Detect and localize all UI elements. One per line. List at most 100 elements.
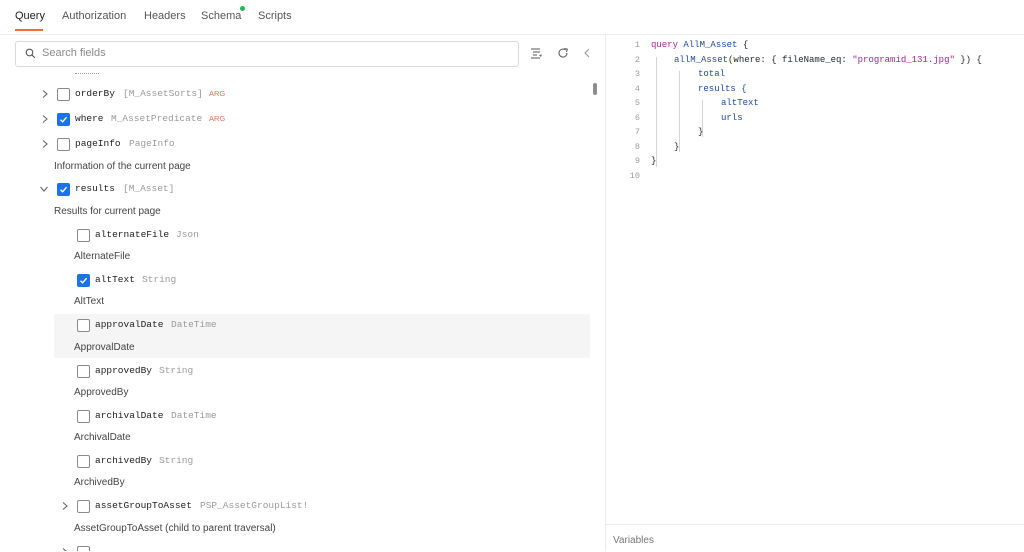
clipped-row-fragment (54, 543, 590, 551)
query-explorer-panel: orderBy [M_AssetSorts] ARG where M_Asset… (0, 35, 605, 551)
line-number: 2 (634, 54, 640, 65)
field-description: AlternateFile (74, 251, 131, 262)
field-name: where (75, 113, 104, 124)
field-type: String (159, 365, 194, 376)
collapse-chevron-icon[interactable] (583, 47, 591, 59)
field-description: ApprovedBy (74, 387, 129, 398)
field-description: ArchivalDate (74, 432, 131, 443)
checkbox[interactable] (77, 500, 90, 513)
prettify-icon[interactable] (530, 47, 543, 59)
field-description: ApprovalDate (74, 342, 135, 353)
chevron-right-icon[interactable] (41, 139, 49, 149)
field-description: AssetGroupToAsset (child to parent trave… (74, 523, 276, 534)
field-type: String (142, 274, 177, 285)
search-box (15, 41, 519, 67)
field-row-approvaldate[interactable]: approvalDate DateTime (54, 316, 590, 336)
checkbox-checked[interactable] (77, 274, 90, 287)
clipped-row-fragment (75, 73, 99, 76)
field-type: DateTime (171, 319, 217, 330)
field-type: PSP_AssetGroupList! (200, 500, 309, 511)
code-line-5: altText (721, 98, 759, 108)
line-number: 5 (634, 98, 640, 108)
line-number: 4 (634, 83, 640, 94)
args-close: }) { (954, 54, 982, 65)
field-name: orderBy (75, 88, 115, 99)
field-row-orderby[interactable]: orderBy [M_AssetSorts] ARG (0, 85, 600, 105)
field-type: [M_Asset] (123, 183, 175, 194)
field-row-alternatefile[interactable]: alternateFile Json (54, 226, 590, 246)
checkbox[interactable] (77, 410, 90, 423)
chevron-right-icon[interactable] (41, 89, 49, 99)
arg-badge: ARG (209, 114, 226, 123)
refresh-icon[interactable] (557, 47, 569, 59)
chevron-right-icon (62, 548, 67, 551)
chevron-down-icon[interactable] (39, 184, 49, 194)
code-line-9: } (651, 156, 657, 166)
indent-guide (679, 71, 680, 152)
line-number: 7 (634, 127, 640, 137)
tab-headers[interactable]: Headers (144, 9, 186, 23)
operation-name: AllM_Asset (683, 40, 738, 50)
field-name: approvedBy (95, 365, 153, 376)
query-editor[interactable]: 1 2 3 4 5 6 7 8 9 10 query AllM_Asset { … (606, 35, 1024, 525)
tab-authorization[interactable]: Authorization (62, 9, 126, 23)
checkbox[interactable] (57, 138, 70, 151)
code-line-4: results { (698, 83, 747, 94)
line-number: 9 (634, 156, 640, 166)
field-row-approvedby[interactable]: approvedBy String (54, 362, 590, 382)
code-line-2: allM_Asset(where: { fileName_eq: "progra… (674, 55, 982, 65)
field-row-pageinfo[interactable]: pageInfo PageInfo (0, 135, 600, 155)
arg-badge: ARG (209, 89, 226, 98)
query-field: allM_Asset (674, 54, 729, 65)
field-row-results[interactable]: results [M_Asset] (0, 180, 600, 200)
indent-guide (656, 57, 657, 167)
field-row-where[interactable]: where M_AssetPredicate ARG (0, 110, 600, 130)
code-line-8: } (674, 141, 680, 152)
active-tab-indicator (15, 29, 43, 31)
checkbox[interactable] (77, 229, 90, 242)
field-row-alttext[interactable]: altText String (54, 271, 590, 291)
field-description: ArchivedBy (74, 477, 125, 488)
code-line-3: total (698, 69, 726, 79)
field-type: String (159, 455, 194, 466)
line-number: 6 (634, 112, 640, 123)
field-type: PageInfo (129, 138, 175, 149)
chevron-right-icon[interactable] (61, 501, 69, 511)
checkbox-checked[interactable] (57, 183, 70, 196)
checkbox[interactable] (77, 455, 90, 468)
keyword-query: query (651, 40, 679, 50)
field-name: archivedBy (95, 455, 153, 466)
field-name: archivalDate (95, 410, 164, 421)
tab-scripts[interactable]: Scripts (258, 9, 292, 23)
checkbox-checked[interactable] (57, 113, 70, 126)
field-type: [M_AssetSorts] (123, 88, 203, 99)
variables-label[interactable]: Variables (613, 535, 654, 546)
brace: { (742, 40, 749, 50)
tab-schema[interactable]: Schema (201, 9, 241, 23)
variables-section[interactable]: Variables (606, 524, 1024, 552)
tab-query[interactable]: Query (15, 9, 45, 23)
string-literal: "programid_131.jpg" (852, 54, 955, 65)
checkbox[interactable] (57, 88, 70, 101)
code-line-7: } (698, 127, 704, 137)
field-row-archivedby[interactable]: archivedBy String (54, 452, 590, 472)
checkbox (77, 546, 90, 551)
field-name: pageInfo (75, 138, 121, 149)
chevron-right-icon[interactable] (41, 114, 49, 124)
field-description: AltText (74, 296, 105, 307)
field-row-archivaldate[interactable]: archivalDate DateTime (54, 407, 590, 427)
code-line-1: query AllM_Asset { (651, 40, 748, 50)
field-row-assetgrouptoasset[interactable]: assetGroupToAsset PSP_AssetGroupList! (54, 497, 590, 517)
field-name: results (75, 183, 115, 194)
field-name: altText (95, 274, 135, 285)
checkbox[interactable] (77, 319, 90, 332)
line-number: 10 (629, 170, 640, 181)
field-type: DateTime (171, 410, 217, 421)
checkbox[interactable] (77, 365, 90, 378)
schema-status-dot (240, 6, 245, 11)
field-type: M_AssetPredicate (111, 113, 203, 124)
line-number: 8 (634, 141, 640, 152)
search-input[interactable] (42, 45, 502, 61)
search-icon (25, 48, 36, 59)
tab-bar: Query Authorization Headers Schema Scrip… (0, 0, 1024, 35)
